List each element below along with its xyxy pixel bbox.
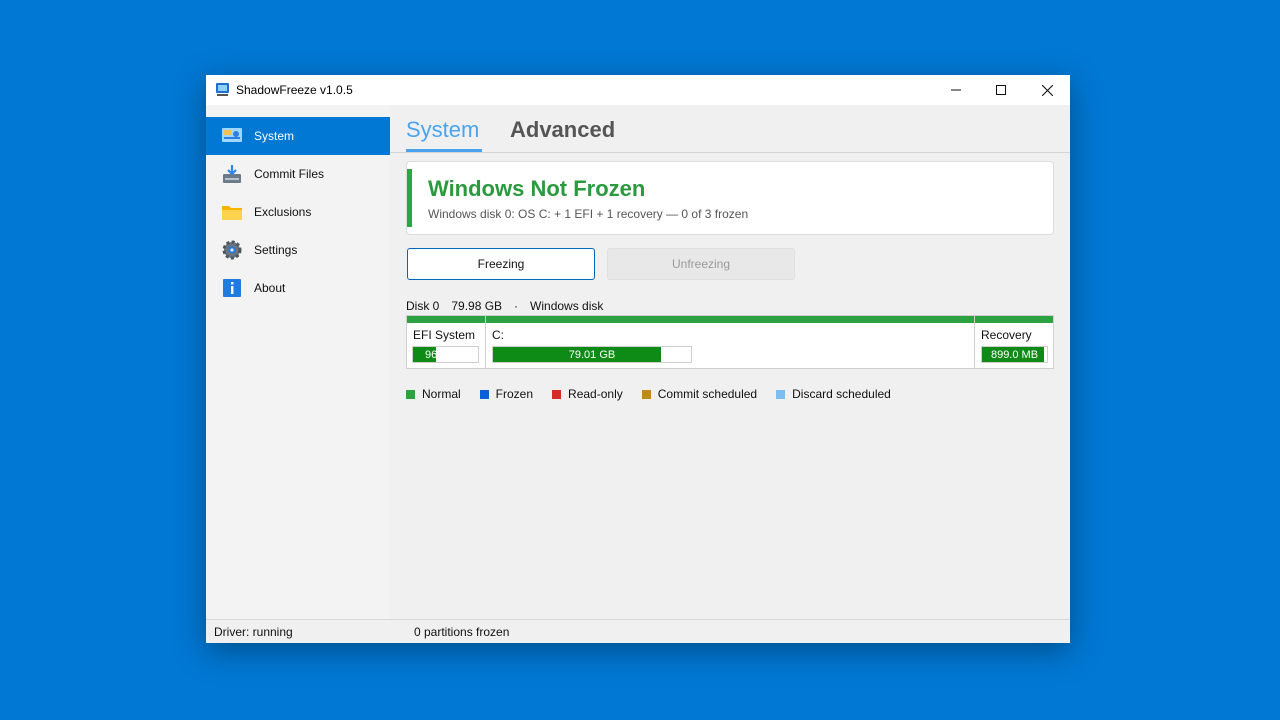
minimize-button[interactable] (933, 75, 979, 105)
legend-label: Frozen (495, 387, 534, 401)
legend-swatch (479, 389, 489, 399)
legend-item-normal: Normal (406, 387, 461, 401)
commit-files-icon (223, 165, 241, 183)
info-icon (223, 279, 241, 297)
tab-system[interactable]: System (406, 117, 479, 143)
sidebar-item-label: About (254, 281, 286, 295)
partition-size: 96.0 MB (425, 348, 466, 361)
maximize-button[interactable] (978, 75, 1024, 105)
partition-name: C: (492, 328, 504, 342)
partition-c[interactable]: C: 79.01 GB (485, 316, 974, 368)
unfreeze-button[interactable]: Unfreezing (607, 248, 795, 280)
partition-name: Recovery (981, 328, 1032, 342)
legend-item-read-only: Read-only (552, 387, 623, 401)
legend-item-commit-scheduled: Commit scheduled (641, 387, 758, 401)
partition-recovery[interactable]: Recovery 899.0 MB (974, 316, 1053, 368)
legend-label: Normal (422, 387, 461, 401)
tabs-divider (390, 152, 1070, 153)
tab-advanced[interactable]: Advanced (510, 117, 615, 143)
partition-size: 899.0 MB (990, 348, 1039, 361)
sidebar-item-label: Commit Files (254, 167, 325, 181)
legend-label: Commit scheduled (657, 387, 758, 401)
gear-icon (222, 240, 242, 260)
disk-name: Disk 0 (406, 299, 440, 313)
partition-usage-bar: 899.0 MB (981, 346, 1048, 363)
legend-swatch (776, 389, 786, 399)
disk-size: 79.98 GB (451, 299, 503, 313)
legend-swatch (641, 389, 651, 399)
app-icon (216, 83, 229, 96)
system-icon (222, 128, 242, 142)
close-button[interactable] (1024, 75, 1070, 105)
status-title: Windows Not Frozen (428, 176, 646, 201)
sidebar-item-label: Exclusions (254, 205, 312, 219)
sidebar-item-system[interactable]: System (206, 117, 390, 155)
partition-name: EFI System (413, 328, 476, 342)
partition-status-strip (486, 316, 974, 323)
disk-type: Windows disk (530, 299, 604, 313)
status-subtitle: Windows disk 0: OS C: + 1 EFI + 1 recove… (428, 207, 749, 221)
status-bar: Driver: running 0 partitions frozen (206, 619, 1070, 643)
minimize-icon (951, 89, 961, 91)
main-panel: System Advanced Windows Not Frozen Windo… (390, 105, 1070, 619)
partition-status-strip (975, 316, 1053, 323)
sidebar-item-settings[interactable]: Settings (206, 231, 390, 269)
close-icon (1041, 84, 1053, 96)
sidebar-item-about[interactable]: About (206, 269, 390, 307)
legend-item-frozen: Frozen (479, 387, 534, 401)
disk-info: Disk 0 79.98 GB · Windows disk (406, 299, 615, 313)
legend-swatch (552, 389, 562, 399)
legend-item-discard-scheduled: Discard scheduled (776, 387, 891, 401)
partition-size: 79.01 GB (568, 348, 616, 361)
disk-separator: · (514, 299, 519, 313)
sidebar-item-label: System (254, 129, 295, 143)
partition-usage-bar: 79.01 GB (492, 346, 692, 363)
freeze-status-card: Windows Not Frozen Windows disk 0: OS C:… (406, 161, 1054, 235)
legend-label: Discard scheduled (792, 387, 891, 401)
sidebar-item-label: Settings (254, 243, 298, 257)
partition-usage-bar: 96.0 MB (412, 346, 479, 363)
window-title: ShadowFreeze v1.0.5 (236, 83, 353, 97)
maximize-icon (996, 85, 1006, 95)
status-accent-bar (407, 169, 412, 227)
sidebar: System Commit Files Exclusions Settings … (206, 105, 390, 619)
partition-legend: Normal Frozen Read-only Commit scheduled… (406, 387, 910, 401)
partition-status-strip (407, 316, 485, 323)
app-window: ShadowFreeze v1.0.5 System Commit Files … (206, 75, 1070, 643)
sidebar-item-commit-files[interactable]: Commit Files (206, 155, 390, 193)
folder-icon (222, 206, 242, 220)
sidebar-item-exclusions[interactable]: Exclusions (206, 193, 390, 231)
driver-status: Driver: running (214, 625, 293, 639)
title-bar: ShadowFreeze v1.0.5 (206, 75, 1070, 105)
legend-label: Read-only (568, 387, 623, 401)
partition-efi[interactable]: EFI System 96.0 MB (407, 316, 485, 368)
freeze-button[interactable]: Freezing (407, 248, 595, 280)
frozen-count: 0 partitions frozen (414, 625, 510, 639)
disk-partition-map: EFI System 96.0 MB C: 79.01 GB Recovery (406, 315, 1054, 369)
legend-swatch (406, 389, 415, 399)
